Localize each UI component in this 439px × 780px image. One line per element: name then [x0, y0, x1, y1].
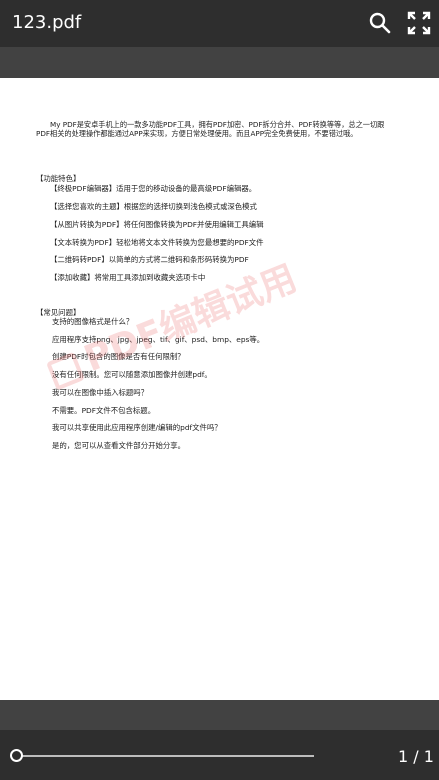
- feature-item: 【从图片转换为PDF】将任何图像转换为PDF并使用编辑工具编辑: [50, 220, 264, 229]
- faq-item: 我可以共享使用此应用程序创建/编辑的pdf文件吗？: [52, 423, 222, 432]
- faq-item: 是的，您可以从查看文件部分开始分享。: [52, 441, 186, 450]
- feature-item: 【添加收藏】将常用工具添加到收藏夹选项卡中: [50, 273, 206, 282]
- document-title: 123.pdf: [12, 12, 82, 33]
- fullscreen-icon: [407, 11, 431, 35]
- bottom-bar: 1 / 1: [0, 730, 439, 780]
- feature-item: 【文本转换为PDF】轻松地将文本文件转换为您最想要的PDF文件: [50, 238, 264, 247]
- page-indicator: 1 / 1: [398, 747, 434, 766]
- page-slider-track[interactable]: [16, 755, 314, 757]
- pdf-page[interactable]: My PDF是安卓手机上的一款多功能PDF工具，拥有PDF加密、PDF拆分合并、…: [0, 78, 439, 700]
- faq-item: 不需要。PDF文件不包含标题。: [52, 406, 156, 415]
- search-icon: [369, 12, 391, 34]
- search-button[interactable]: [367, 10, 393, 36]
- fullscreen-button[interactable]: [406, 10, 432, 36]
- feature-item: 【终极PDF编辑器】适用于您的移动设备的最高级PDF编辑器。: [50, 184, 257, 193]
- feature-item: 【二维码转PDF】以简单的方式将二维码和条形码转换为PDF: [50, 255, 249, 264]
- intro-text: My PDF是安卓手机上的一款多功能PDF工具，拥有PDF加密、PDF拆分合并、…: [36, 120, 385, 138]
- bottom-toolbar-strip: [0, 700, 439, 730]
- toolbar-strip: [0, 47, 439, 78]
- feature-item: 【选择您喜欢的主题】根据您的选择切换到浅色模式或深色模式: [50, 202, 257, 211]
- page-slider-thumb[interactable]: [10, 749, 23, 762]
- watermark-logo-icon: [45, 351, 86, 391]
- intro-paragraph: My PDF是安卓手机上的一款多功能PDF工具，拥有PDF加密、PDF拆分合并、…: [36, 120, 396, 138]
- app-bar: 123.pdf: [0, 0, 439, 47]
